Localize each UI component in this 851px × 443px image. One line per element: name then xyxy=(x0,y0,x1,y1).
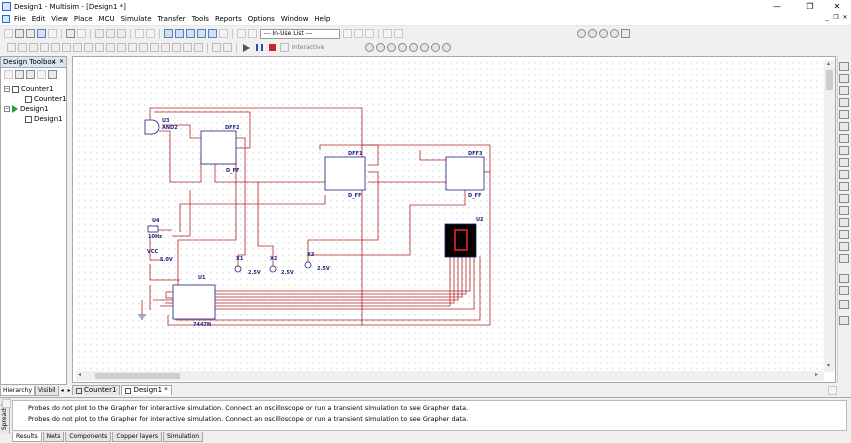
dff2-flip-flop[interactable]: DFF2 D_FF xyxy=(200,125,240,174)
spreadsheet-pin-icon[interactable] xyxy=(2,399,11,408)
u2-ref-label: U2 xyxy=(476,217,484,223)
sheet-icon xyxy=(76,387,82,394)
x1-probe[interactable]: X1 2.5V xyxy=(234,256,261,276)
dff2-type-label: D_FF xyxy=(226,168,239,174)
vcc-value-label: 5.0V xyxy=(160,257,173,263)
logic-converter-icon[interactable] xyxy=(839,158,849,167)
u3-type-label: AND2 xyxy=(162,125,178,131)
x3-ref-label: X3 xyxy=(307,252,315,258)
vertical-scrollbar[interactable] xyxy=(824,60,835,372)
logic-analyzer-icon[interactable] xyxy=(839,170,849,179)
x1-value-label: 2.5V xyxy=(248,270,261,276)
document-tabs: Counter1 Design1 * xyxy=(72,384,836,395)
u4-clock-source[interactable]: U4 10Hz xyxy=(147,218,162,240)
current-probe-icon[interactable] xyxy=(839,316,849,325)
horizontal-scrollbar[interactable] xyxy=(76,371,824,381)
u1-ref-label: U1 xyxy=(198,275,206,281)
dff3-ref-label: DFF3 xyxy=(468,151,483,157)
tab-copper-layers[interactable]: Copper layers xyxy=(112,432,163,442)
vertical-scroll-thumb[interactable] xyxy=(826,70,833,90)
scroll-down-icon[interactable]: ▾ xyxy=(827,362,830,369)
results-message: Probes do not plot to the Grapher for in… xyxy=(28,415,469,423)
multimeter-icon[interactable] xyxy=(839,62,849,71)
dff3-type-label: D_FF xyxy=(468,193,481,199)
u2-seven-segment-display[interactable]: U2 xyxy=(444,217,484,258)
u4-ref-label: U4 xyxy=(152,218,160,224)
u3-and2-gate[interactable]: U3 AND2 xyxy=(144,118,178,135)
tab-options-icon[interactable] xyxy=(828,386,837,395)
tab-results[interactable]: Results xyxy=(12,432,42,442)
dff2-ref-label: DFF2 xyxy=(225,125,240,131)
frequency-counter-icon[interactable] xyxy=(839,134,849,143)
spectrum-analyzer-icon[interactable] xyxy=(839,206,849,215)
distortion-analyzer-icon[interactable] xyxy=(839,194,849,203)
x2-value-label: 2.5V xyxy=(281,270,294,276)
ni-elvis-icon[interactable] xyxy=(839,300,849,309)
agilent-generator-icon[interactable] xyxy=(839,230,849,239)
function-generator-icon[interactable] xyxy=(839,74,849,83)
agilent-multimeter-icon[interactable] xyxy=(839,242,849,251)
dff1-flip-flop[interactable]: DFF1 D_FF xyxy=(324,151,366,199)
spreadsheet-tabs: Results Nets Components Copper layers Si… xyxy=(12,432,204,442)
bode-plotter-icon[interactable] xyxy=(839,122,849,131)
tab-counter1[interactable]: Counter1 xyxy=(72,385,121,395)
x1-ref-label: X1 xyxy=(236,256,244,262)
u4-value-label: 10Hz xyxy=(148,234,162,240)
x2-ref-label: X2 xyxy=(270,256,278,262)
x3-value-label: 2.5V xyxy=(317,266,330,272)
labview-instrument-icon[interactable] xyxy=(839,286,849,295)
u1-type-label: 7447N xyxy=(193,322,211,328)
tektronix-oscilloscope-icon[interactable] xyxy=(839,274,849,283)
agilent-oscilloscope-icon[interactable] xyxy=(839,254,849,263)
four-channel-oscilloscope-icon[interactable] xyxy=(839,110,849,119)
tab-components[interactable]: Components xyxy=(65,432,112,442)
dff1-ref-label: DFF1 xyxy=(348,151,363,157)
scroll-up-icon[interactable]: ▴ xyxy=(827,60,830,67)
horizontal-scroll-thumb[interactable] xyxy=(95,373,180,379)
u3-ref-label: U3 xyxy=(162,118,170,124)
results-message: Probes do not plot to the Grapher for in… xyxy=(28,404,469,412)
tab-simulation[interactable]: Simulation xyxy=(163,432,204,442)
sheet-icon xyxy=(125,387,132,394)
dff1-type-label: D_FF xyxy=(348,193,361,199)
vcc-ref-label: VCC xyxy=(147,249,159,255)
wattmeter-icon[interactable] xyxy=(839,86,849,95)
scroll-right-icon[interactable]: ▸ xyxy=(815,371,818,378)
vcc-source[interactable]: VCC 5.0V xyxy=(147,249,173,263)
network-analyzer-icon[interactable] xyxy=(839,218,849,227)
tab-design1[interactable]: Design1 * xyxy=(121,385,172,395)
word-generator-icon[interactable] xyxy=(839,146,849,155)
scroll-left-icon[interactable]: ◂ xyxy=(78,371,81,378)
ground-symbol[interactable] xyxy=(138,314,146,320)
x2-probe[interactable]: X2 2.5V xyxy=(269,256,294,276)
oscilloscope-icon[interactable] xyxy=(839,98,849,107)
tab-nets[interactable]: Nets xyxy=(42,432,65,442)
iv-analyzer-icon[interactable] xyxy=(839,182,849,191)
